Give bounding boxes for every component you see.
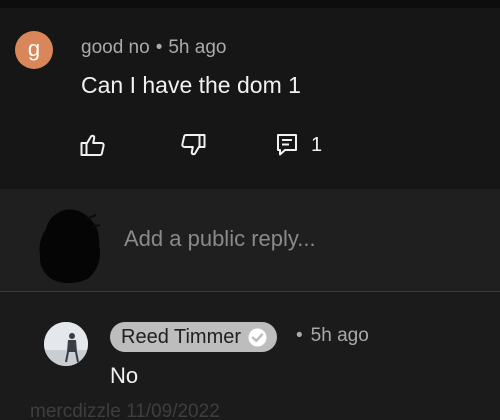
reply-author: Reed Timmer <box>121 325 242 348</box>
reply-input[interactable]: Add a public reply... <box>124 226 316 252</box>
watermark: mercdizzle 11/09/2022 <box>30 401 220 420</box>
reply-avatar[interactable] <box>44 322 88 366</box>
thumbs-up-icon <box>80 134 105 156</box>
comment-author[interactable]: good no <box>81 37 150 58</box>
reply-button[interactable]: 1 <box>276 132 322 158</box>
photo-avatar-image <box>44 322 88 366</box>
comment-text: Can I have the dom 1 <box>81 72 301 98</box>
comment-meta: good no • 5h ago <box>81 37 226 59</box>
comment-icon <box>277 134 297 156</box>
user-avatar <box>39 209 101 284</box>
meta-separator: • <box>296 325 303 346</box>
dislike-button[interactable] <box>180 132 206 158</box>
reply-time: 5h ago <box>310 325 369 346</box>
meta-separator: • <box>155 37 163 58</box>
reply-count: 1 <box>311 133 323 156</box>
reply-author-chip[interactable]: Reed Timmer <box>110 322 278 352</box>
comment-time: 5h ago <box>168 37 227 58</box>
comment-avatar[interactable]: g <box>15 31 53 69</box>
verified-check-icon <box>248 328 267 346</box>
reply-meta: • 5h ago <box>296 325 369 347</box>
like-button[interactable] <box>80 132 106 158</box>
reply-text: No <box>110 363 139 388</box>
top-bar <box>0 0 500 8</box>
thumbs-down-icon <box>181 134 206 156</box>
